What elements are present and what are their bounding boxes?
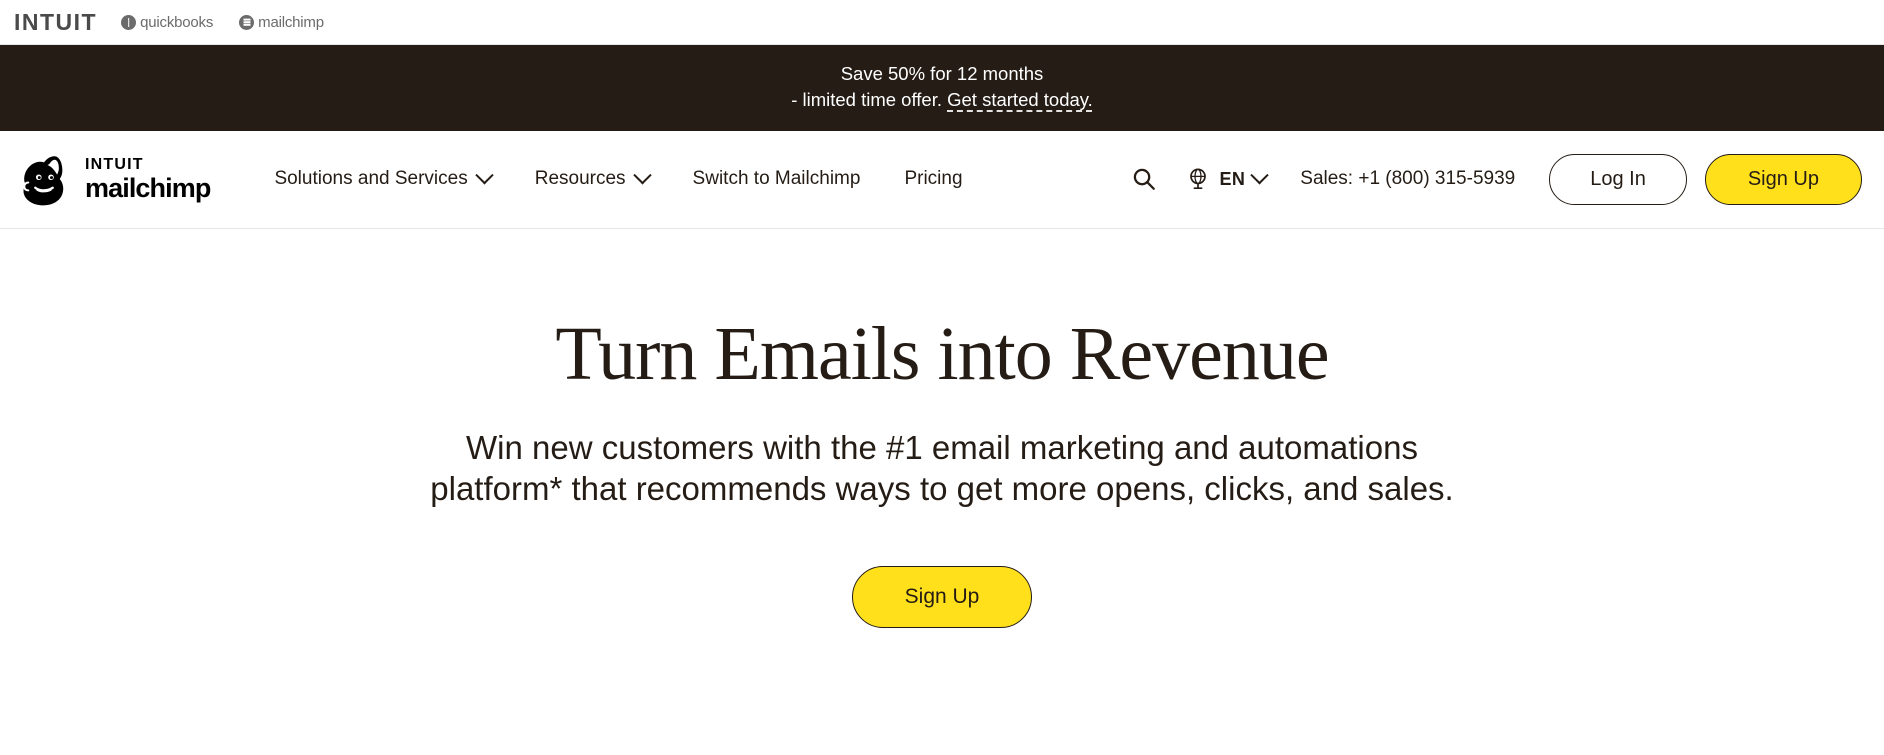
promo-subline: - limited time offer. Get started today. <box>10 87 1874 113</box>
search-button[interactable] <box>1115 156 1173 202</box>
mailchimp-wordmark: INTUIT mailchimp <box>85 155 211 203</box>
intuit-product-links: quickbooks mailchimp <box>121 14 324 31</box>
wordmark-intuit: INTUIT <box>85 155 144 173</box>
nav-item-pricing[interactable]: Pricing <box>882 158 984 200</box>
nav-item-resources[interactable]: Resources <box>513 158 671 200</box>
nav-item-switch-to-mailchimp[interactable]: Switch to Mailchimp <box>671 158 883 200</box>
chevron-down-icon <box>632 165 652 184</box>
language-selector[interactable]: EN <box>1173 157 1280 201</box>
mailchimp-icon <box>239 14 255 30</box>
hero-subtitle: Win new customers with the #1 email mark… <box>430 429 1454 508</box>
main-navigation: INTUIT mailchimp Solutions and Services … <box>0 130 1884 229</box>
product-link-quickbooks[interactable]: quickbooks <box>121 14 213 31</box>
mailchimp-logo[interactable]: INTUIT mailchimp <box>16 151 211 207</box>
nav-links: Solutions and Services Resources Switch … <box>252 158 984 200</box>
page-title: Turn Emails into Revenue <box>555 311 1329 396</box>
nav-right-cluster: EN Sales: +1 (800) 315-5939 Log In Sign … <box>1115 153 1862 205</box>
nav-item-label: Switch to Mailchimp <box>692 168 861 190</box>
nav-item-label: Resources <box>534 168 626 190</box>
promo-subline-text: - limited time offer. <box>791 89 948 111</box>
hero-section: Turn Emails into Revenue Win new custome… <box>0 229 1884 629</box>
freddie-monkey-icon <box>23 156 64 206</box>
chevron-down-icon <box>1250 165 1269 184</box>
promo-headline: Save 50% for 12 months <box>840 63 1044 84</box>
product-link-mailchimp[interactable]: mailchimp <box>239 14 324 31</box>
globe-icon <box>1190 168 1207 190</box>
nav-item-solutions-and-services[interactable]: Solutions and Services <box>252 158 512 200</box>
sales-phone-link[interactable]: Sales: +1 (800) 315-5939 <box>1280 158 1535 200</box>
sign-up-button-hero[interactable]: Sign Up <box>851 566 1033 629</box>
search-icon <box>1134 168 1156 190</box>
promo-banner: Save 50% for 12 months - limited time of… <box>0 45 1884 131</box>
sign-up-button-nav[interactable]: Sign Up <box>1704 153 1862 205</box>
nav-item-label: Solutions and Services <box>274 168 468 190</box>
quickbooks-icon <box>121 14 137 30</box>
intuit-logo[interactable]: INTUIT <box>14 9 97 36</box>
language-code: EN <box>1219 168 1246 189</box>
product-link-label: mailchimp <box>258 13 324 31</box>
intuit-top-bar: INTUIT quickbooks mailchimp <box>0 0 1884 45</box>
log-in-button[interactable]: Log In <box>1549 153 1687 205</box>
promo-cta-link[interactable]: Get started today. <box>947 89 1093 110</box>
wordmark-mailchimp: mailchimp <box>85 172 211 203</box>
product-link-label: quickbooks <box>140 13 214 31</box>
nav-item-label: Pricing <box>904 168 963 190</box>
chevron-down-icon <box>475 165 494 184</box>
